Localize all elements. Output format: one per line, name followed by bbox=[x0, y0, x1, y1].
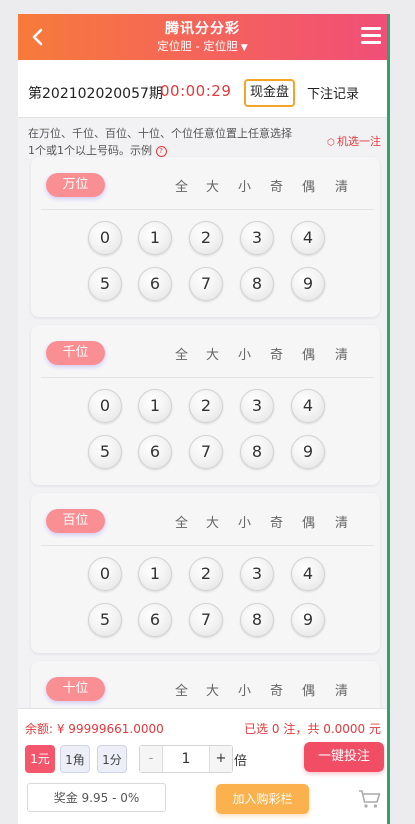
number-ball[interactable]: 3 bbox=[240, 389, 274, 423]
play-type-dropdown[interactable]: 定位胆 - 定位胆 ▼ bbox=[18, 38, 387, 54]
quick-pick-button[interactable]: 奇 bbox=[270, 512, 283, 531]
page-title: 腾讯分分彩 bbox=[165, 21, 240, 37]
number-ball[interactable]: 7 bbox=[189, 603, 223, 637]
random-pick-label: 机选一注 bbox=[337, 135, 381, 148]
one-click-bet-button[interactable]: 一键投注 bbox=[304, 742, 384, 772]
quick-pick-button[interactable]: 偶 bbox=[302, 512, 315, 531]
position-label: 千位 bbox=[46, 341, 105, 365]
quick-pick-button[interactable]: 全 bbox=[175, 512, 188, 531]
period-number: 第202102020057期 bbox=[28, 86, 163, 102]
unit-jiao-button[interactable]: 1角 bbox=[60, 745, 90, 773]
multiplier-plus-button[interactable]: + bbox=[209, 746, 232, 772]
number-ball[interactable]: 6 bbox=[138, 267, 172, 301]
balance-text: 余额: ¥ 99999661.0000 bbox=[25, 722, 164, 736]
quick-pick-button[interactable]: 奇 bbox=[270, 344, 283, 363]
quick-pick-button[interactable]: 清 bbox=[335, 176, 348, 195]
quick-pick-button[interactable]: 大 bbox=[206, 176, 219, 195]
number-ball[interactable]: 8 bbox=[240, 603, 274, 637]
number-ball[interactable]: 9 bbox=[291, 603, 325, 637]
quick-pick-button[interactable]: 奇 bbox=[270, 176, 283, 195]
quick-pick-button[interactable]: 小 bbox=[238, 680, 251, 699]
number-ball[interactable]: 8 bbox=[240, 435, 274, 469]
quick-pick-button[interactable]: 偶 bbox=[302, 680, 315, 699]
quick-pick-button[interactable]: 小 bbox=[238, 344, 251, 363]
number-ball[interactable]: 5 bbox=[88, 267, 122, 301]
number-ball[interactable]: 1 bbox=[138, 389, 172, 423]
card-divider bbox=[41, 377, 374, 378]
number-ball[interactable]: 5 bbox=[88, 435, 122, 469]
position-label: 百位 bbox=[46, 509, 105, 533]
quick-pick-button[interactable]: 小 bbox=[238, 512, 251, 531]
quick-pick-button[interactable]: 清 bbox=[335, 512, 348, 531]
number-ball[interactable]: 4 bbox=[291, 389, 325, 423]
number-ball[interactable]: 6 bbox=[138, 603, 172, 637]
bet-record-link[interactable]: 下注记录 bbox=[307, 83, 359, 102]
number-ball[interactable]: 3 bbox=[240, 221, 274, 255]
play-hint: 在万位、千位、百位、十位、个位任意位置上任意选择1个或1个以上号码。示例 ? bbox=[28, 125, 298, 159]
period-bar: 第202102020057期 00:00:29 现金盘 下注记录 bbox=[18, 60, 387, 118]
question-icon[interactable]: ? bbox=[155, 146, 167, 157]
quick-pick-button[interactable]: 大 bbox=[206, 512, 219, 531]
number-ball[interactable]: 8 bbox=[240, 267, 274, 301]
number-ball[interactable]: 1 bbox=[138, 557, 172, 591]
number-ball[interactable]: 9 bbox=[291, 435, 325, 469]
quick-pick-button[interactable]: 奇 bbox=[270, 680, 283, 699]
quick-pick-button[interactable]: 全 bbox=[175, 176, 188, 195]
number-ball[interactable]: 6 bbox=[138, 435, 172, 469]
number-ball[interactable]: 5 bbox=[88, 603, 122, 637]
quick-pick-button[interactable]: 大 bbox=[206, 680, 219, 699]
prize-selector[interactable]: 奖金 9.95 - 0% bbox=[27, 783, 166, 812]
multiplier-stepper: - 1 + bbox=[139, 745, 233, 773]
times-label: 倍 bbox=[234, 754, 248, 769]
number-ball[interactable]: 1 bbox=[138, 221, 172, 255]
number-ball[interactable]: 0 bbox=[88, 221, 122, 255]
quick-pick-button[interactable]: 偶 bbox=[302, 176, 315, 195]
bet-footer: 余额: ¥ 99999661.0000 已选 0 注，共 0.0000 元 1元… bbox=[18, 708, 387, 824]
unit-yuan-button[interactable]: 1元 bbox=[25, 745, 55, 773]
number-ball[interactable]: 2 bbox=[189, 221, 223, 255]
number-ball[interactable]: 9 bbox=[291, 267, 325, 301]
card-divider bbox=[41, 209, 374, 210]
card-divider bbox=[41, 545, 374, 546]
number-ball[interactable]: 4 bbox=[291, 221, 325, 255]
number-ball[interactable]: 4 bbox=[291, 557, 325, 591]
multiplier-input[interactable]: 1 bbox=[162, 746, 210, 772]
number-ball[interactable]: 7 bbox=[189, 267, 223, 301]
position-card: 百位 全大小奇偶 清 0 1 2 3 4 5 6 7 8 9 bbox=[31, 493, 380, 653]
quick-pick-button[interactable]: 小 bbox=[238, 176, 251, 195]
random-pick-button[interactable]: ⬡ 机选一注 bbox=[327, 133, 381, 149]
position-label: 万位 bbox=[46, 173, 105, 197]
number-ball[interactable]: 0 bbox=[88, 389, 122, 423]
play-type-label: 定位胆 - 定位胆 bbox=[157, 39, 238, 53]
quick-pick-button[interactable]: 全 bbox=[175, 344, 188, 363]
unit-fen-button[interactable]: 1分 bbox=[97, 745, 127, 773]
number-ball[interactable]: 7 bbox=[189, 435, 223, 469]
number-ball[interactable]: 3 bbox=[240, 557, 274, 591]
quick-pick-button[interactable]: 大 bbox=[206, 344, 219, 363]
hamburger-menu-icon[interactable] bbox=[361, 27, 381, 45]
shopping-cart-icon[interactable] bbox=[358, 789, 382, 809]
quick-pick-button[interactable]: 全 bbox=[175, 680, 188, 699]
number-ball[interactable]: 2 bbox=[189, 557, 223, 591]
caret-down-icon: ▼ bbox=[240, 43, 248, 53]
position-label: 十位 bbox=[46, 677, 105, 701]
quick-pick-button[interactable]: 清 bbox=[335, 680, 348, 699]
position-card: 千位 全大小奇偶 清 0 1 2 3 4 5 6 7 8 9 bbox=[31, 325, 380, 485]
position-card: 万位 全大小奇偶 清 0 1 2 3 4 5 6 7 8 9 bbox=[31, 157, 380, 317]
multiplier-minus-button[interactable]: - bbox=[140, 746, 163, 772]
quick-pick-button[interactable]: 清 bbox=[335, 344, 348, 363]
number-ball[interactable]: 0 bbox=[88, 557, 122, 591]
number-ball[interactable]: 2 bbox=[189, 389, 223, 423]
add-to-cart-button[interactable]: 加入购彩栏 bbox=[216, 784, 309, 814]
countdown-timer: 00:00:29 bbox=[160, 82, 232, 100]
cash-mode-button[interactable]: 现金盘 bbox=[244, 79, 296, 107]
app-window: 腾讯分分彩 定位胆 - 定位胆 ▼ 第202102020057期 00:00:29… bbox=[18, 14, 390, 824]
selection-summary: 已选 0 注，共 0.0000 元 bbox=[244, 722, 381, 736]
top-header: 腾讯分分彩 定位胆 - 定位胆 ▼ bbox=[18, 14, 387, 60]
dice-icon: ⬡ bbox=[327, 138, 335, 148]
quick-pick-button[interactable]: 偶 bbox=[302, 344, 315, 363]
